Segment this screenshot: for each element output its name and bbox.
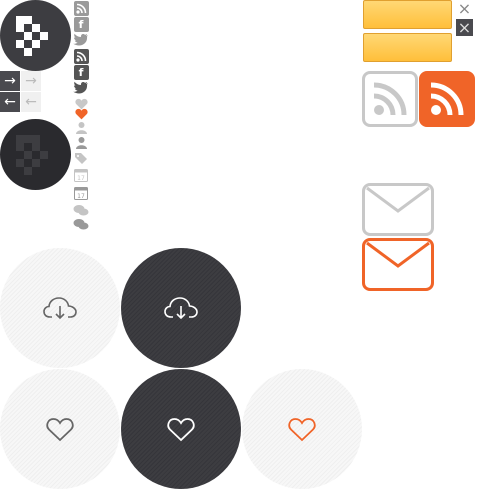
yellow-bar-top[interactable] (363, 0, 452, 29)
close-button-light[interactable]: × (456, 0, 473, 18)
cloud-download-icon (43, 297, 77, 320)
heart-button-dark[interactable] (121, 369, 241, 489)
mail-icon (366, 241, 430, 268)
user-icon-dark (73, 134, 89, 150)
rss-large-gray[interactable] (362, 71, 418, 127)
mail-large-gray[interactable] (362, 183, 434, 236)
heart-button-active[interactable] (242, 369, 362, 489)
twitter-icon[interactable] (73, 32, 89, 48)
yellow-bar-bottom[interactable] (363, 33, 452, 62)
rss-icon[interactable] (73, 0, 89, 16)
mail-large-orange[interactable] (362, 238, 434, 291)
facebook-icon-hover[interactable]: f (73, 64, 89, 80)
svg-text:17: 17 (77, 175, 85, 182)
calendar-icon-light: 17 (73, 167, 89, 183)
calendar-icon-dark: 17 (73, 185, 89, 201)
arrow-right-icon: → (4, 73, 16, 89)
heart-icon (167, 417, 195, 441)
pixel-logo-icon (15, 15, 56, 56)
arrow-right-icon: → (25, 73, 37, 89)
heart-icon (288, 417, 316, 441)
rss-icon (430, 82, 464, 116)
rss-icon (373, 82, 407, 116)
close-icon: × (457, 18, 472, 37)
close-icon: × (457, 0, 472, 18)
logo-dark[interactable] (0, 0, 71, 71)
user-icon-light (73, 119, 89, 135)
logo-darker[interactable] (0, 119, 71, 190)
arrow-left-icon: ← (25, 94, 37, 110)
comments-icon-dark (73, 216, 89, 232)
download-cloud-button-light[interactable] (0, 248, 120, 368)
next-arrow-button-dark[interactable]: → (0, 71, 20, 91)
prev-arrow-button-light[interactable]: ← (21, 92, 41, 112)
heart-icon (46, 417, 74, 441)
tags-icon (73, 150, 89, 166)
svg-text:17: 17 (77, 193, 85, 200)
facebook-icon[interactable]: f (73, 16, 89, 32)
cloud-download-icon (164, 297, 198, 320)
arrow-left-icon: ← (4, 94, 16, 110)
rss-icon-hover[interactable] (73, 48, 89, 64)
heart-button-light[interactable] (0, 369, 120, 489)
mail-icon (366, 186, 430, 213)
next-arrow-button-light[interactable]: → (21, 71, 41, 91)
download-cloud-button-dark[interactable] (121, 248, 241, 368)
pixel-logo-icon (15, 134, 56, 175)
prev-arrow-button-dark[interactable]: ← (0, 92, 20, 112)
rss-large-orange[interactable] (419, 71, 475, 127)
twitter-icon-hover[interactable] (73, 80, 89, 96)
close-button-dark[interactable]: × (456, 18, 473, 37)
